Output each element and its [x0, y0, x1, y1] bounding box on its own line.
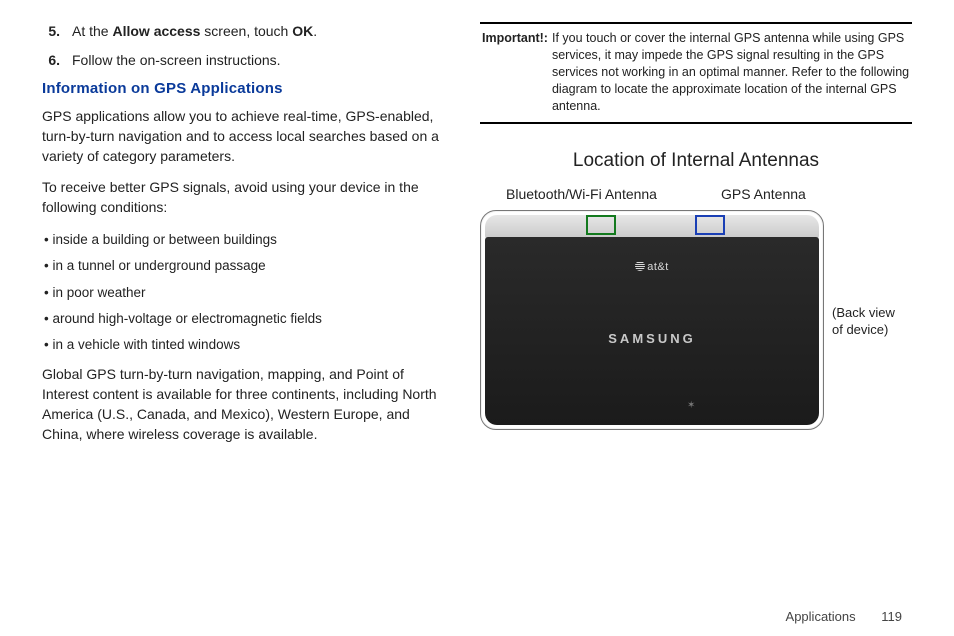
- callout-lead: [709, 210, 711, 211]
- step-6: 6. Follow the on-screen instructions.: [42, 51, 444, 70]
- bluetooth-wifi-antenna-callout: [586, 215, 616, 235]
- list-item: inside a building or between buildings: [42, 230, 444, 250]
- step-5: 5. At the Allow access screen, touch OK.: [42, 22, 444, 41]
- right-column: Important!: If you touch or cover the in…: [480, 22, 912, 603]
- gps-antenna-callout: [695, 215, 725, 235]
- step-body: Follow the on-screen instructions.: [72, 51, 444, 70]
- gps-antenna-label: GPS Antenna: [721, 186, 806, 202]
- globe-icon: [635, 261, 645, 271]
- list-item: around high-voltage or electromagnetic f…: [42, 309, 444, 329]
- paragraph: GPS applications allow you to achieve re…: [42, 107, 444, 167]
- stitch-mark: ✶: [687, 400, 695, 411]
- device-back-illustration: at&t SAMSUNG ✶: [480, 210, 824, 430]
- text-bold: Allow access: [112, 23, 200, 39]
- diagram-title: Location of Internal Antennas: [480, 150, 912, 172]
- text-bold: OK: [292, 23, 313, 39]
- footer-section: Applications: [786, 609, 856, 624]
- brand-logo: SAMSUNG: [481, 331, 823, 346]
- step-number: 6.: [42, 51, 72, 70]
- step-body: At the Allow access screen, touch OK.: [72, 22, 444, 41]
- callout-lead: [600, 210, 602, 211]
- page-footer: Applications 119: [42, 603, 912, 624]
- text: .: [313, 23, 317, 39]
- section-heading: Information on GPS Applications: [42, 80, 444, 97]
- back-view-caption: (Back view of device): [832, 305, 912, 339]
- left-column: 5. At the Allow access screen, touch OK.…: [42, 22, 444, 603]
- important-note: Important!: If you touch or cover the in…: [480, 22, 912, 124]
- text: At the: [72, 23, 112, 39]
- paragraph: To receive better GPS signals, avoid usi…: [42, 178, 444, 218]
- footer-page-number: 119: [881, 609, 902, 624]
- list-item: in a vehicle with tinted windows: [42, 335, 444, 355]
- carrier-logo: at&t: [481, 261, 823, 273]
- text: screen, touch: [200, 23, 292, 39]
- paragraph: Global GPS turn-by-turn navigation, mapp…: [42, 365, 444, 445]
- list-item: in poor weather: [42, 283, 444, 303]
- antenna-diagram: Bluetooth/Wi-Fi Antenna GPS Antenna at&t…: [480, 174, 824, 430]
- important-label: Important!:: [482, 30, 552, 114]
- bluetooth-wifi-antenna-label: Bluetooth/Wi-Fi Antenna: [506, 186, 657, 202]
- important-body: If you touch or cover the internal GPS a…: [552, 30, 910, 114]
- list-item: in a tunnel or underground passage: [42, 256, 444, 276]
- step-number: 5.: [42, 22, 72, 41]
